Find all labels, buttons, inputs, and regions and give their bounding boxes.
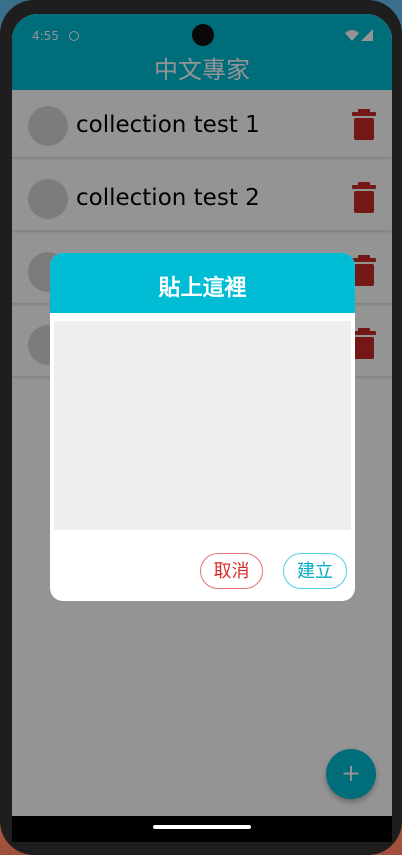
- dialog-title: 貼上這裡: [158, 276, 247, 301]
- home-handle[interactable]: [153, 825, 251, 829]
- device-frame: 4:55 中文專家 collection test 1 collection t…: [0, 0, 402, 855]
- create-button[interactable]: 建立: [283, 553, 347, 589]
- paste-dialog: 貼上這裡 取消 建立: [50, 253, 355, 601]
- navigation-bar: [12, 816, 392, 842]
- paste-input[interactable]: [54, 321, 351, 530]
- cancel-button[interactable]: 取消: [200, 553, 263, 589]
- screen: 4:55 中文專家 collection test 1 collection t…: [12, 14, 392, 842]
- dialog-header: 貼上這裡: [50, 253, 355, 313]
